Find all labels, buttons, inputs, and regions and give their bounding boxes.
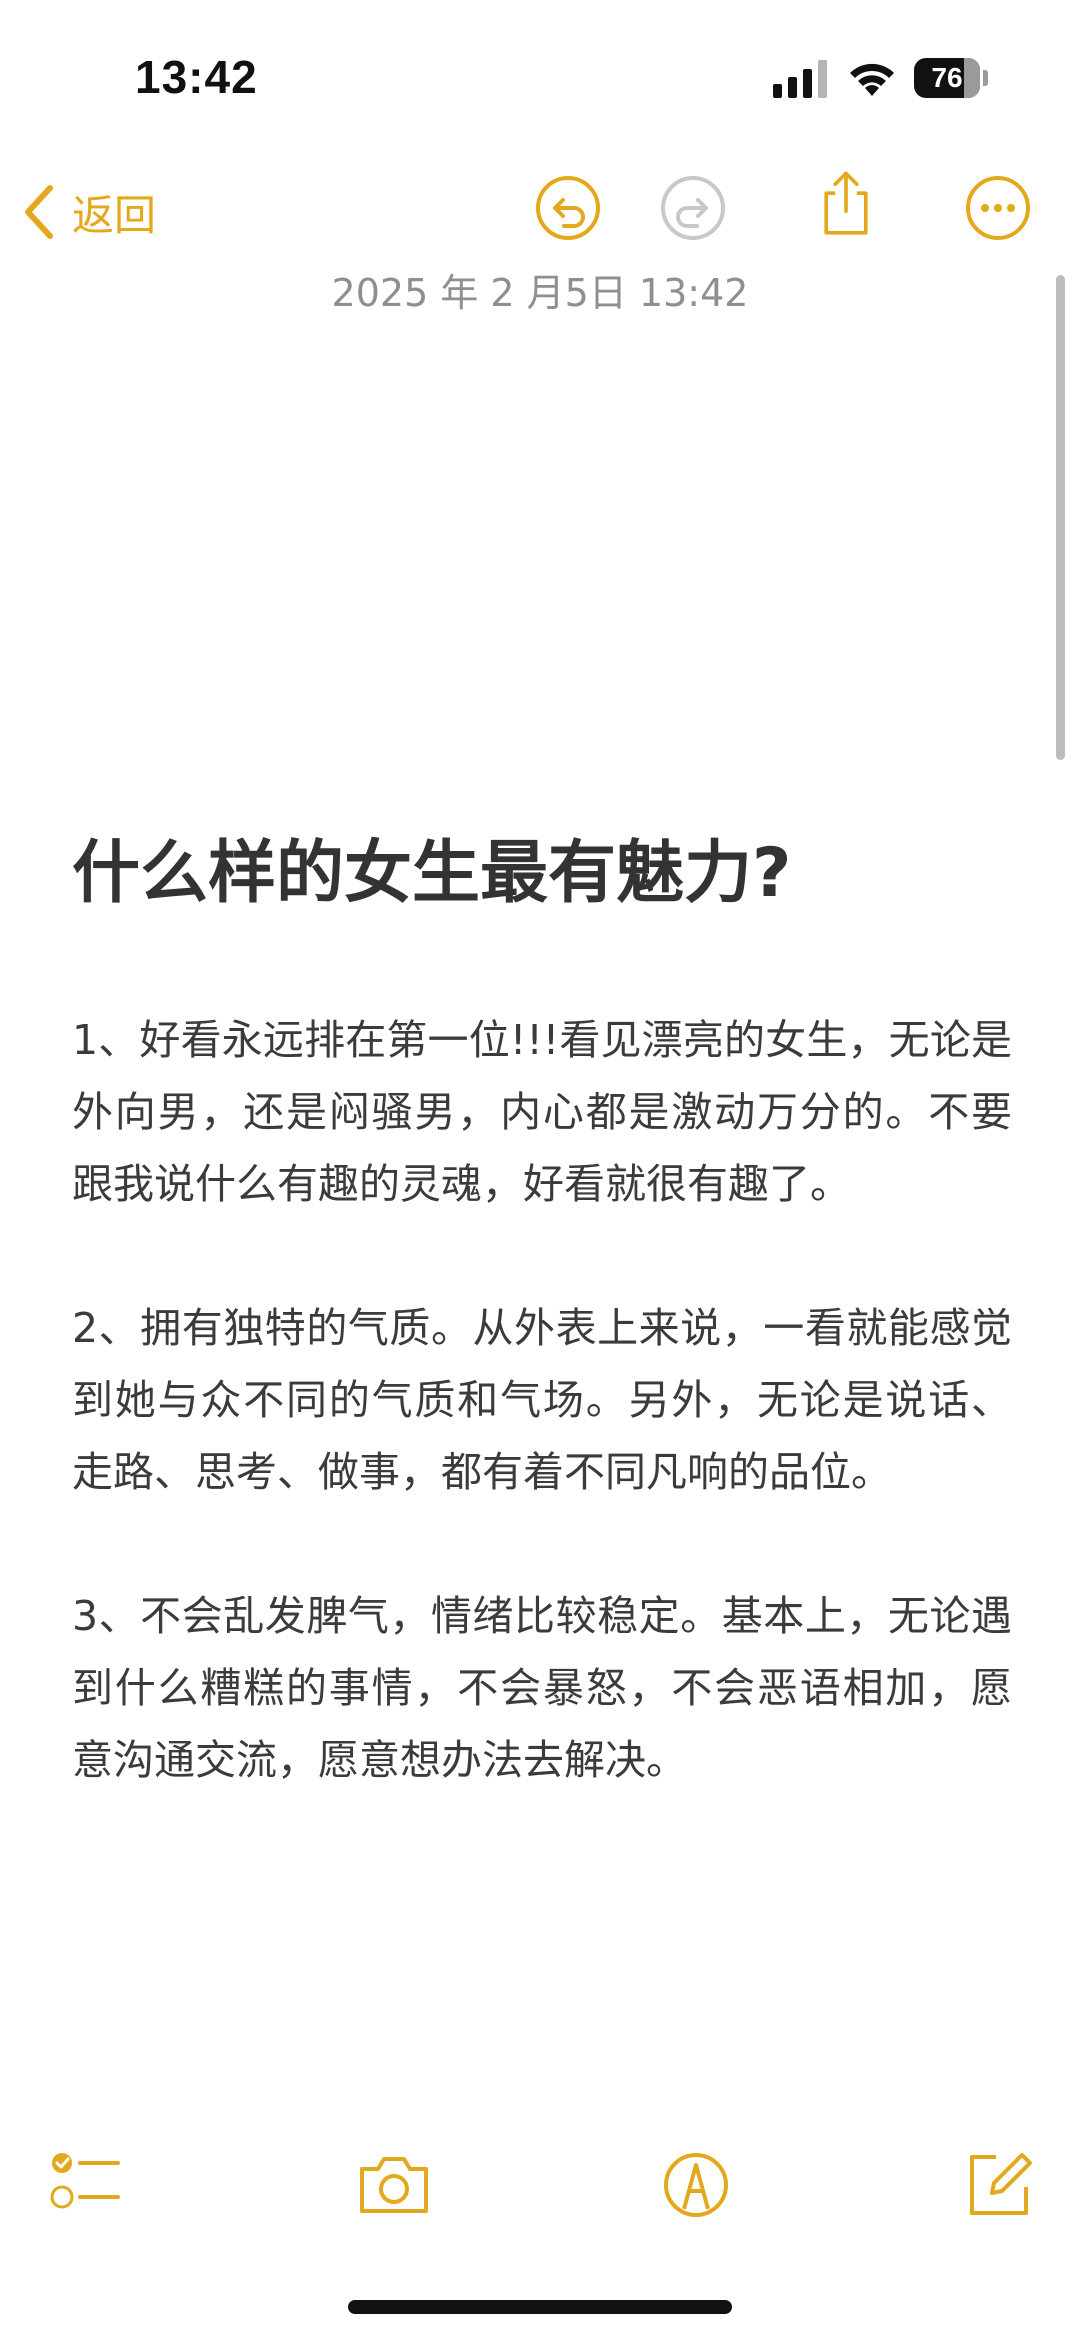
scrollbar[interactable] (1056, 275, 1065, 760)
bottom-toolbar (0, 2145, 1080, 2235)
wifi-icon (850, 63, 894, 96)
cellular-signal-icon (773, 58, 829, 98)
camera-icon[interactable] (354, 2145, 434, 2225)
note-date: 2025 年 2 月5日 13:42 (331, 271, 749, 315)
back-button[interactable]: 返回 (22, 182, 156, 242)
compose-icon[interactable] (958, 2145, 1038, 2225)
note-toolbar: 返回 (0, 160, 1080, 260)
redo-icon[interactable] (657, 172, 729, 244)
note-paragraph-1[interactable]: 1、好看永远排在第一位!!!看见漂亮的女生，无论是外向男，还是闷骚男，内心都是激… (72, 1004, 1012, 1220)
checklist-icon[interactable] (46, 2145, 126, 2225)
share-icon[interactable] (810, 168, 882, 240)
back-label: 返回 (72, 190, 157, 240)
note-paragraph-2[interactable]: 2、拥有独特的气质。从外表上来说，一看就能感觉到她与众不同的气质和气场。另外，无… (72, 1292, 1012, 1508)
status-bar: 13:42 76 (0, 0, 1080, 150)
note-body[interactable]: 什么样的女生最有魅力? 1、好看永远排在第一位!!!看见漂亮的女生，无论是外向男… (72, 830, 1012, 1868)
note-title[interactable]: 什么样的女生最有魅力? (72, 830, 1012, 918)
more-icon[interactable] (962, 172, 1034, 244)
chevron-left-icon (25, 185, 53, 239)
note-paragraph-3[interactable]: 3、不会乱发脾气，情绪比较稳定。基本上，无论遇到什么糟糕的事情，不会暴怒，不会恶… (72, 1580, 1012, 1796)
status-time: 13:42 (135, 51, 258, 103)
battery-level: 76 (931, 62, 963, 93)
home-indicator[interactable] (348, 2300, 732, 2314)
markup-pen-icon[interactable] (656, 2145, 736, 2225)
undo-icon[interactable] (532, 172, 604, 244)
battery-indicator: 76 (914, 58, 990, 98)
